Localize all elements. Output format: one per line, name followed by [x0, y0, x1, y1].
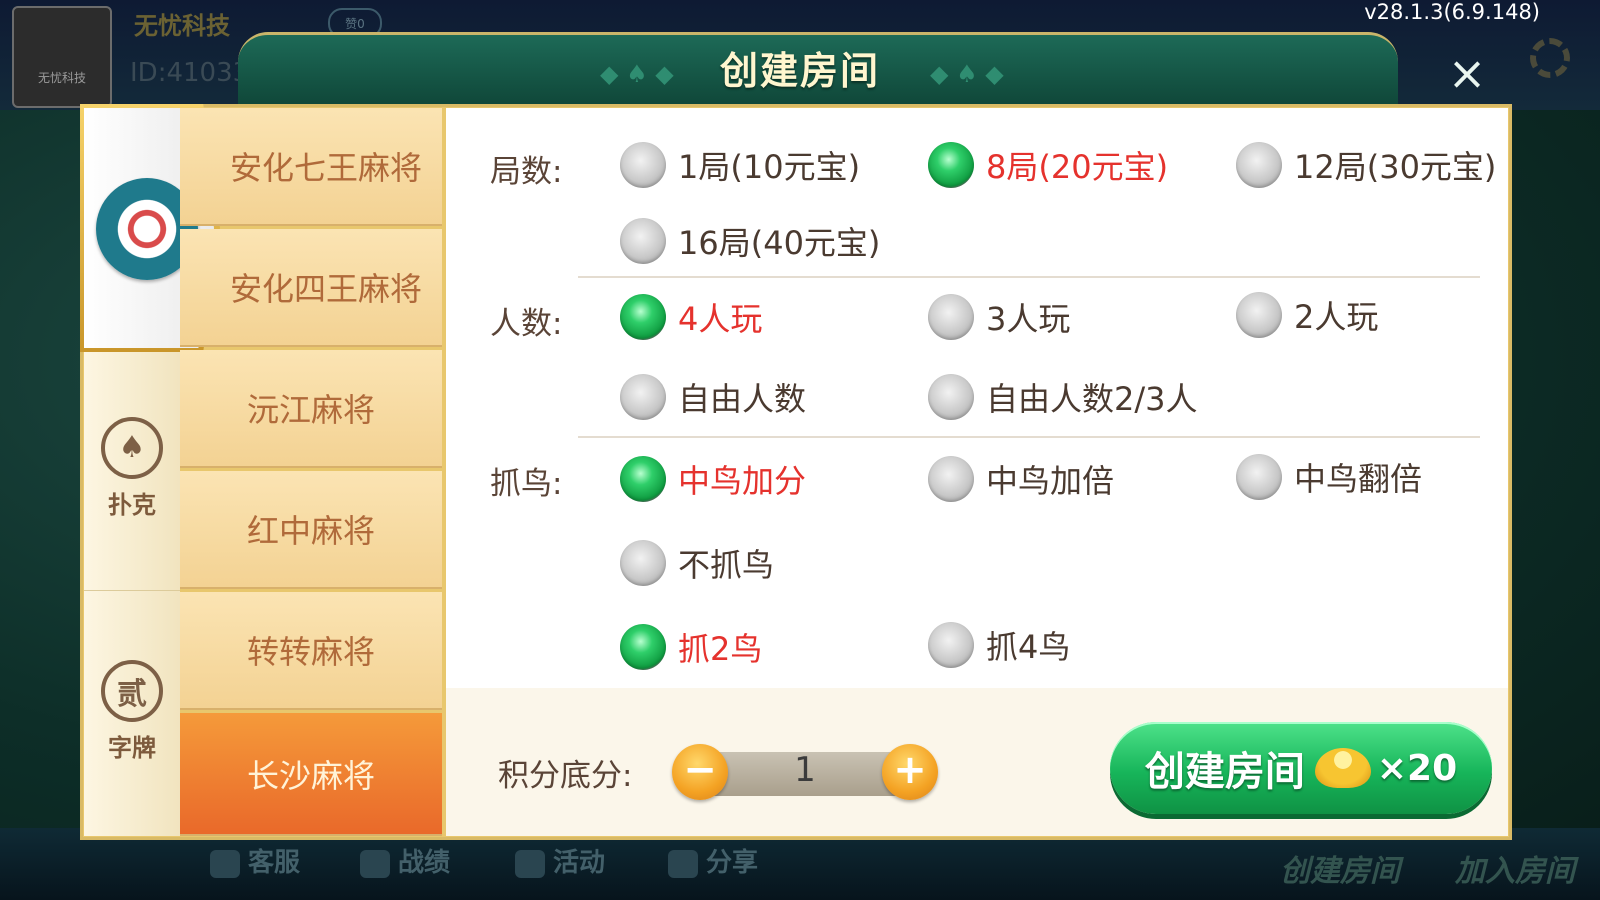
game-item[interactable]: 安化七王麻将 — [180, 108, 442, 226]
close-icon[interactable]: × — [1444, 50, 1490, 98]
game-item[interactable]: 红中麻将 — [180, 471, 442, 589]
radio-icon — [1236, 142, 1282, 188]
radio-icon — [928, 294, 974, 340]
bird-count-2[interactable]: 抓2鸟 — [620, 624, 762, 670]
category-poker[interactable]: ♠ 扑克 — [84, 348, 180, 588]
divider — [578, 276, 1480, 278]
create-room-cost: ×20 — [1376, 747, 1458, 789]
rounds-option-16[interactable]: 16局(40元宝) — [620, 218, 880, 264]
nav-events: 活动 — [515, 842, 605, 879]
bird-label: 抓鸟: — [490, 466, 563, 502]
category-label: 字牌 — [108, 733, 156, 762]
radio-icon — [620, 540, 666, 586]
rounds-option-8[interactable]: 8局(20元宝) — [928, 142, 1168, 188]
players-option-4[interactable]: 4人玩 — [620, 294, 762, 340]
bird-option-add-score[interactable]: 中鸟加分 — [620, 456, 806, 502]
score-label: 积分底分: — [498, 758, 633, 794]
radio-icon — [620, 374, 666, 420]
gift-icon — [515, 849, 545, 878]
headset-icon — [210, 849, 240, 878]
minus-button[interactable]: − — [672, 744, 728, 800]
players-label: 人数: — [490, 306, 563, 342]
game-item[interactable]: 安化四王麻将 — [180, 229, 442, 347]
lobby-join-room: 加入房间 — [1455, 854, 1575, 889]
players-option-2[interactable]: 2人玩 — [1236, 292, 1378, 338]
rounds-option-12[interactable]: 12局(30元宝) — [1236, 142, 1496, 188]
category-label: 扑克 — [108, 490, 156, 519]
trophy-icon — [360, 849, 390, 878]
share-icon — [668, 849, 698, 878]
version-label: v28.1.3(6.9.148) — [1364, 0, 1540, 24]
radio-selected-icon — [928, 142, 974, 188]
radio-icon — [928, 456, 974, 502]
dialog-title: 创建房间 — [719, 49, 880, 93]
zipai-icon: 贰 — [101, 659, 163, 722]
gold-ingot-icon — [1314, 748, 1371, 788]
nav-share: 分享 — [668, 842, 758, 879]
lobby-create-room: 创建房间 — [1280, 854, 1400, 889]
radio-selected-icon — [620, 294, 666, 340]
players-option-free-2-3[interactable]: 自由人数2/3人 — [928, 374, 1198, 420]
category-zipai[interactable]: 贰 字牌 — [84, 590, 180, 831]
bird-count-4[interactable]: 抓4鸟 — [928, 622, 1070, 668]
radio-icon — [928, 622, 974, 668]
bird-option-add-double[interactable]: 中鸟加倍 — [928, 456, 1114, 502]
create-room-button[interactable]: 创建房间 ×20 — [1110, 722, 1492, 814]
bird-option-flip-double[interactable]: 中鸟翻倍 — [1236, 454, 1422, 500]
players-option-free[interactable]: 自由人数 — [620, 374, 806, 420]
radio-icon — [620, 142, 666, 188]
rounds-label: 局数: — [490, 154, 563, 190]
game-item[interactable]: 沅江麻将 — [180, 350, 442, 468]
radio-icon — [928, 374, 974, 420]
radio-selected-icon — [620, 456, 666, 502]
create-room-label: 创建房间 — [1144, 749, 1305, 795]
game-item-selected[interactable]: 长沙麻将 — [180, 713, 442, 836]
rounds-option-1[interactable]: 1局(10元宝) — [620, 142, 860, 188]
game-list: 安化七王麻将 安化四王麻将 沅江麻将 红中麻将 转转麻将 长沙麻将 — [180, 108, 442, 836]
radio-icon — [1236, 454, 1282, 500]
bird-option-none[interactable]: 不抓鸟 — [620, 540, 774, 586]
radio-icon — [620, 218, 666, 264]
game-item[interactable]: 转转麻将 — [180, 592, 442, 710]
company-name: 无忧科技 — [134, 12, 230, 40]
spade-icon: ♠ — [101, 416, 163, 479]
plus-button[interactable]: + — [882, 744, 938, 800]
nav-records: 战绩 — [360, 842, 450, 879]
radio-icon — [1236, 292, 1282, 338]
nav-customer-service: 客服 — [210, 842, 300, 879]
divider — [578, 436, 1480, 438]
radio-selected-icon — [620, 624, 666, 670]
players-option-3[interactable]: 3人玩 — [928, 294, 1070, 340]
